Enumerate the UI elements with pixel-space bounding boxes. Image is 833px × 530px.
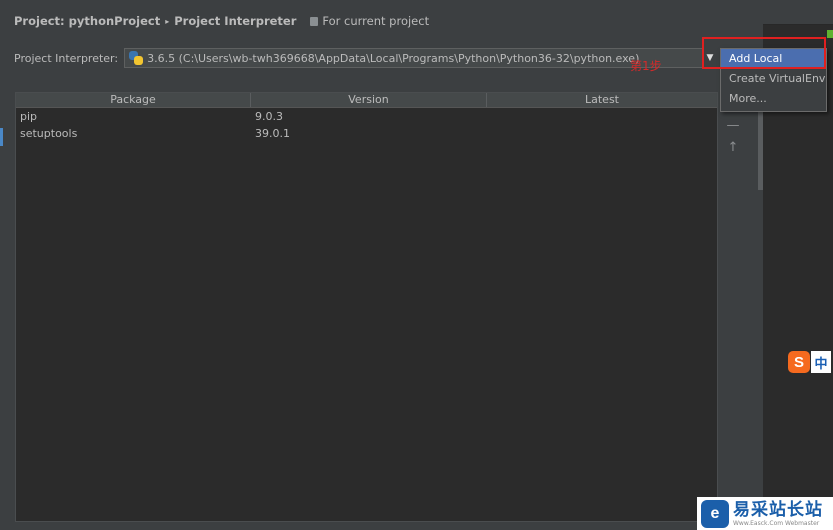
column-header-version[interactable]: Version xyxy=(251,93,487,107)
watermark-logo-icon: e xyxy=(701,499,729,528)
scope-hint: For current project xyxy=(310,14,429,28)
ime-indicator[interactable]: S 中 xyxy=(788,350,833,374)
table-header: Package Version Latest xyxy=(16,93,717,108)
menu-item-add-local[interactable]: Add Local xyxy=(721,49,826,69)
python-icon xyxy=(129,51,144,65)
menu-item-more[interactable]: More... xyxy=(721,89,826,109)
interpreter-settings-menu: Add Local Create VirtualEnv More... xyxy=(720,48,827,112)
interpreter-label: Project Interpreter: xyxy=(14,51,119,65)
project-interpreter-panel: Project: pythonProject ▸ Project Interpr… xyxy=(0,0,760,530)
breadcrumb: Project: pythonProject ▸ Project Interpr… xyxy=(14,14,429,28)
settings-dropdown-arrow-icon[interactable]: ▼ xyxy=(700,48,720,68)
package-version: 9.0.3 xyxy=(255,110,283,123)
remove-package-icon[interactable]: — xyxy=(725,118,741,134)
table-row[interactable]: pip 9.0.3 xyxy=(16,108,717,125)
interpreter-select[interactable]: 3.6.5 (C:\Users\wb-twh369668\AppData\Loc… xyxy=(124,48,705,68)
breadcrumb-separator-icon: ▸ xyxy=(165,16,170,26)
breadcrumb-page: Project Interpreter xyxy=(174,14,297,28)
document-icon xyxy=(310,16,319,26)
settings-window: S 中 Project: pythonProject ▸ Project Int… xyxy=(0,0,833,530)
package-latest xyxy=(487,108,717,125)
watermark-cn: 易采站长站 xyxy=(733,499,823,520)
watermark-en: Www.Easck.Com Webmaster xyxy=(733,519,820,527)
upgrade-package-icon[interactable]: ↑ xyxy=(725,140,741,156)
packages-table[interactable]: Package Version Latest pip 9.0.3 setupto… xyxy=(15,92,718,522)
package-latest xyxy=(487,125,717,142)
inspection-status-indicator xyxy=(827,30,833,38)
watermark-text: 易采站长站 Www.Easck.Com Webmaster xyxy=(733,499,823,527)
step-annotation: 第1步 xyxy=(630,59,662,73)
scrollbar-thumb[interactable] xyxy=(758,100,763,190)
ime-mode-label: 中 xyxy=(811,351,831,373)
column-header-latest[interactable]: Latest xyxy=(487,93,717,107)
selected-sidebar-indicator xyxy=(0,128,3,146)
interpreter-value: 3.6.5 (C:\Users\wb-twh369668\AppData\Loc… xyxy=(147,51,640,65)
table-row[interactable]: setuptools 39.0.1 xyxy=(16,125,717,142)
background-editor-toolbar xyxy=(760,0,833,25)
scope-label: For current project xyxy=(322,14,430,28)
breadcrumb-project: Project: pythonProject xyxy=(14,14,161,28)
sogou-ime-icon: S xyxy=(788,351,810,373)
menu-item-create-virtualenv[interactable]: Create VirtualEnv xyxy=(721,69,826,89)
watermark: e 易采站长站 Www.Easck.Com Webmaster xyxy=(697,497,833,530)
column-header-package[interactable]: Package xyxy=(16,93,251,107)
package-version: 39.0.1 xyxy=(255,127,290,140)
package-name: pip xyxy=(20,110,38,123)
package-name: setuptools xyxy=(20,127,78,140)
interpreter-row: Project Interpreter: 3.6.5 (C:\Users\wb-… xyxy=(14,48,705,68)
